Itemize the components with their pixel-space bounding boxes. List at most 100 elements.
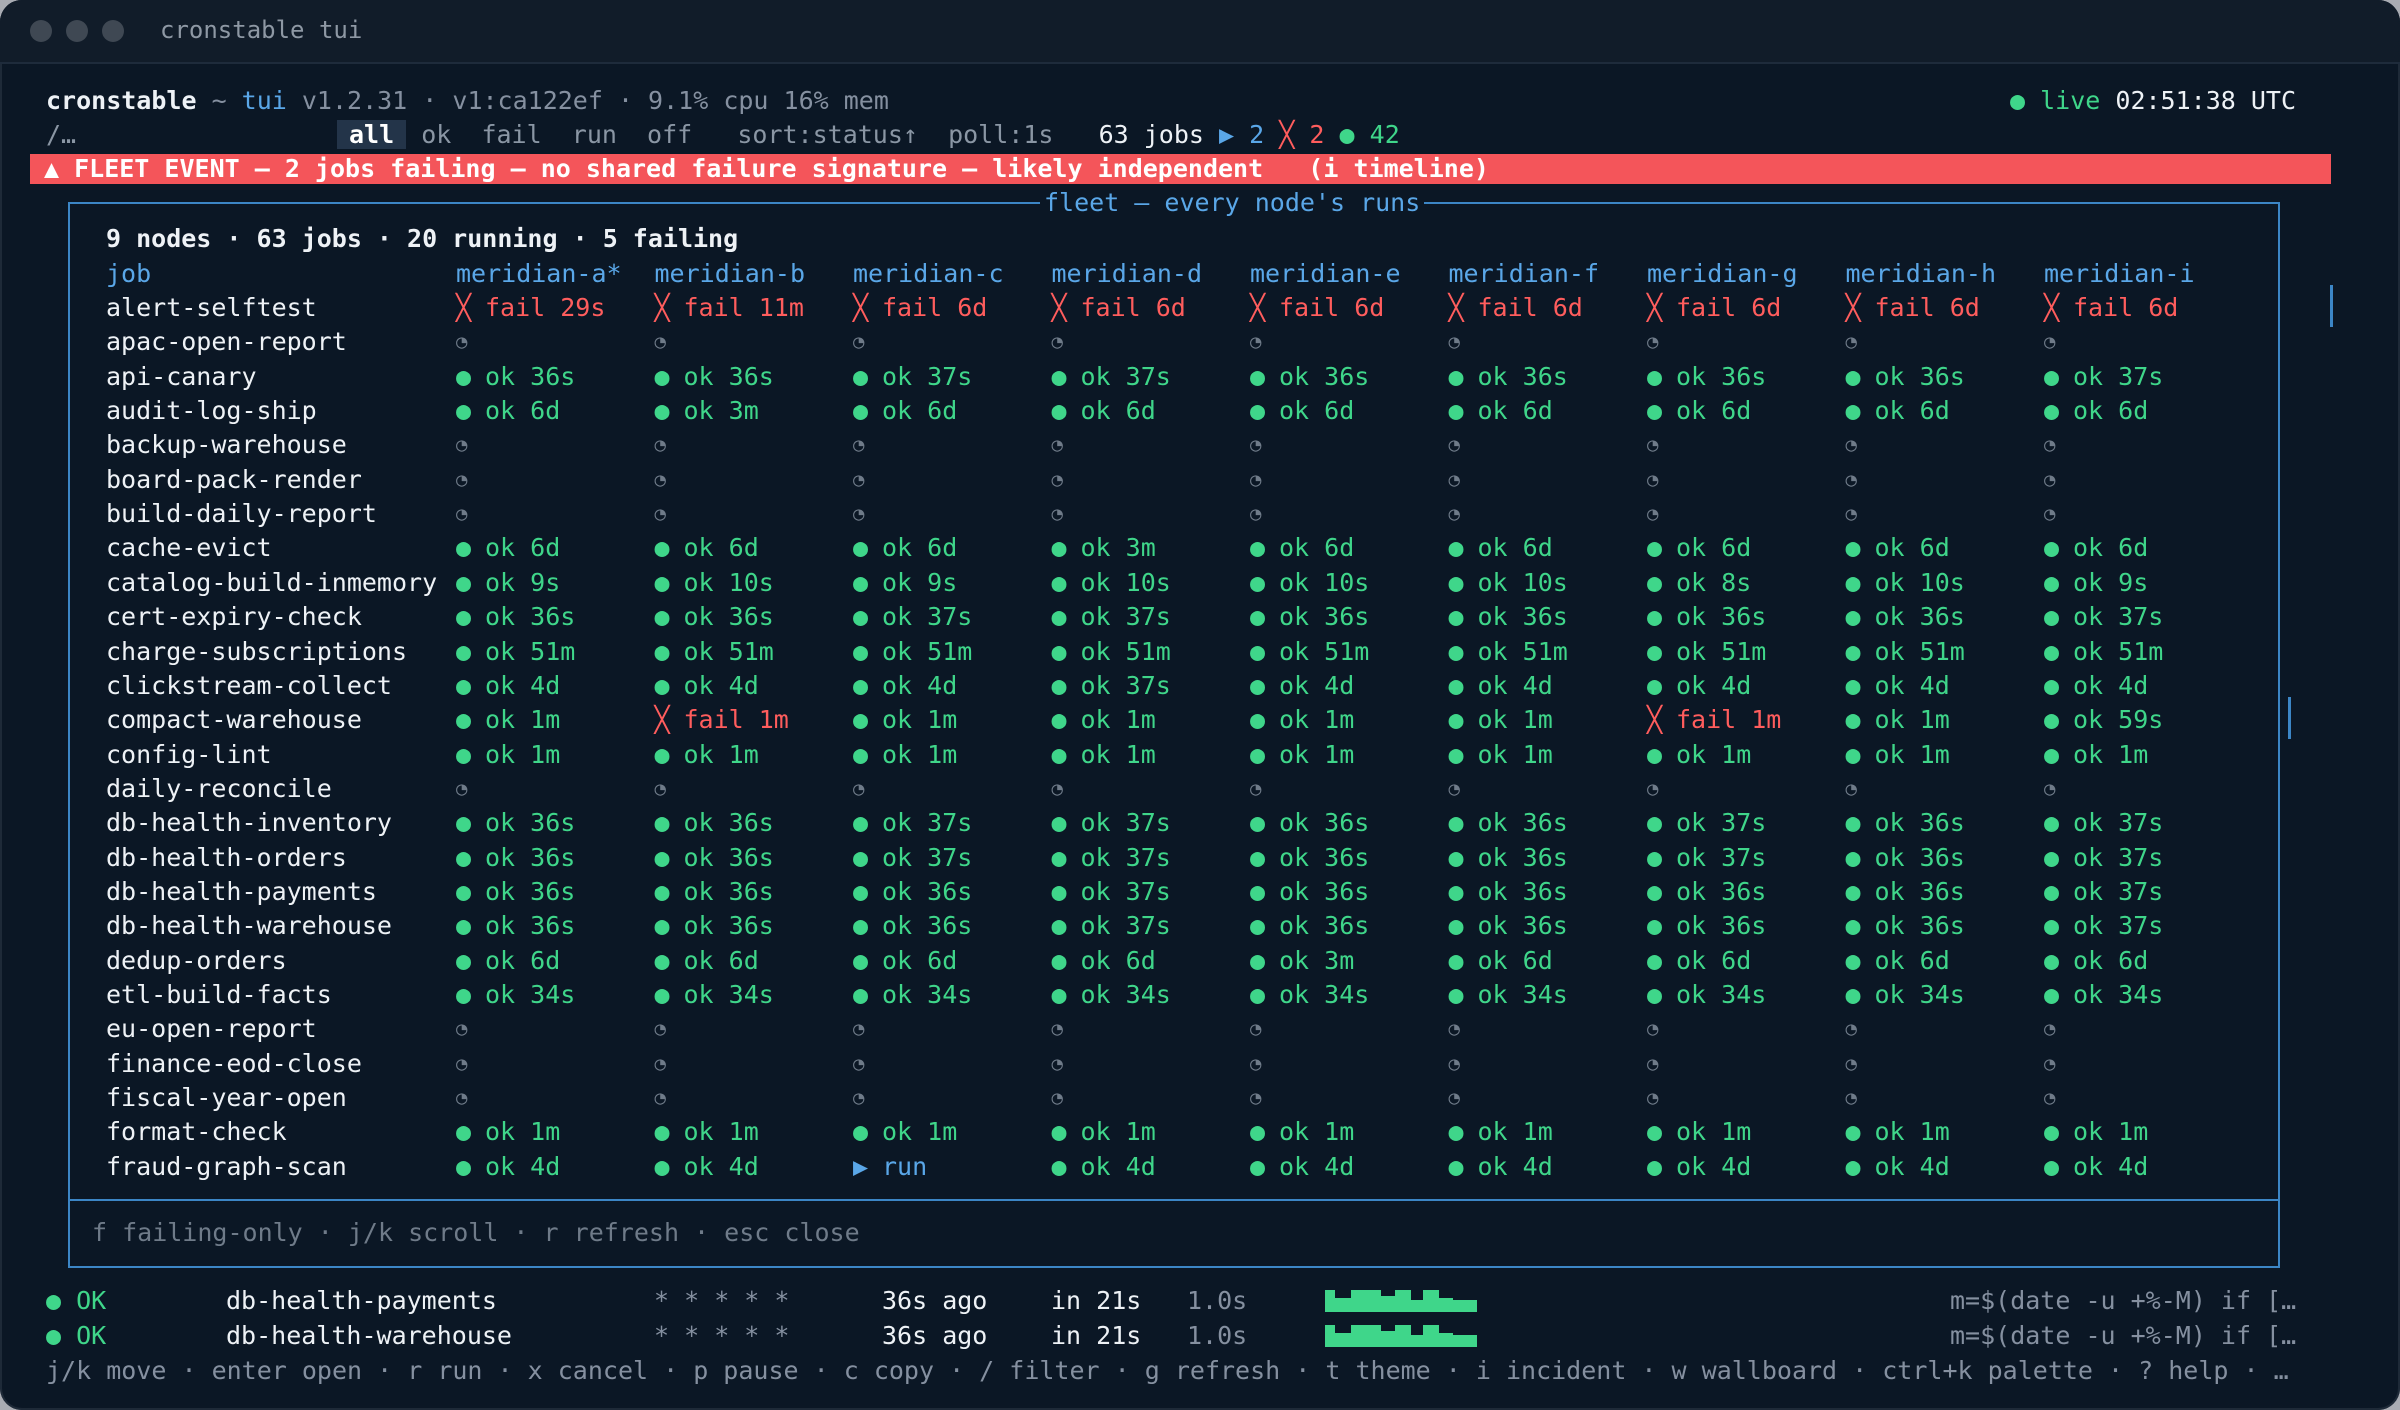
- status-cell[interactable]: ● ok 4d: [1449, 1150, 1553, 1184]
- status-cell[interactable]: ◔: [1449, 772, 1478, 806]
- fleet-row[interactable]: db-health-orders ● ok 36s ● ok 36s ● ok 37s ● ok…: [106, 841, 2266, 875]
- status-cell[interactable]: ╳ fail 6d: [1250, 291, 1384, 325]
- status-cell[interactable]: ● ok 1m: [456, 703, 560, 737]
- status-cell[interactable]: ● ok 36s: [1250, 875, 1369, 909]
- status-cell[interactable]: ● ok 4d: [853, 669, 957, 703]
- status-cell[interactable]: ● ok 36s: [655, 600, 774, 634]
- status-cell[interactable]: ● ok 4d: [1250, 669, 1354, 703]
- status-cell[interactable]: ◔: [1250, 428, 1279, 462]
- status-cell[interactable]: ● ok 36s: [1846, 875, 1965, 909]
- status-cell[interactable]: ● ok 36s: [1250, 360, 1369, 394]
- status-cell[interactable]: ◔: [1647, 428, 1676, 462]
- status-cell[interactable]: ◔: [1647, 1012, 1676, 1046]
- job-name[interactable]: db-health-inventory: [106, 806, 392, 840]
- status-cell[interactable]: ● ok 1m: [655, 738, 759, 772]
- fleet-row[interactable]: compact-warehouse ● ok 1m ╳ fail 1m ● ok 1m ● ok…: [106, 703, 2266, 737]
- fleet-row[interactable]: fraud-graph-scan ● ok 4d ● ok 4d ▶ run ● ok 4d ● o…: [106, 1150, 2266, 1184]
- fleet-row[interactable]: db-health-warehouse ● ok 36s ● ok 36s ● ok 36s…: [106, 909, 2266, 943]
- fleet-row[interactable]: charge-subscriptions ● ok 51m ● ok 51m ● ok 51…: [106, 635, 2266, 669]
- status-cell[interactable]: ◔: [853, 497, 882, 531]
- status-cell[interactable]: ● ok 6d: [2044, 394, 2148, 428]
- status-cell[interactable]: ● ok 34s: [1250, 978, 1369, 1012]
- status-cell[interactable]: ╳ fail 6d: [1846, 291, 1980, 325]
- status-cell[interactable]: ╳ fail 1m: [1647, 703, 1781, 737]
- job-name[interactable]: format-check: [106, 1115, 287, 1149]
- status-cell[interactable]: ◔: [853, 325, 882, 359]
- status-cell[interactable]: ╳ fail 6d: [1647, 291, 1781, 325]
- status-cell[interactable]: ◔: [1250, 1012, 1279, 1046]
- status-cell[interactable]: ● ok 6d: [655, 531, 759, 565]
- status-cell[interactable]: ◔: [655, 325, 684, 359]
- status-cell[interactable]: ◔: [2044, 428, 2073, 462]
- status-cell[interactable]: ◔: [1846, 428, 1875, 462]
- job-name[interactable]: api-canary: [106, 360, 257, 394]
- status-cell[interactable]: ● ok 1m: [2044, 1115, 2148, 1149]
- status-cell[interactable]: ● ok 6d: [1647, 944, 1751, 978]
- status-cell[interactable]: ● ok 4d: [1647, 669, 1751, 703]
- status-cell[interactable]: ╳ fail 6d: [1052, 291, 1186, 325]
- fleet-row[interactable]: db-health-inventory ● ok 36s ● ok 36s ● ok 37s…: [106, 806, 2266, 840]
- sort-indicator[interactable]: sort:status↑: [737, 120, 918, 149]
- status-cell[interactable]: ● ok 4d: [2044, 669, 2148, 703]
- status-cell[interactable]: ● ok 51m: [1052, 635, 1171, 669]
- node-header[interactable]: meridian-i: [2044, 257, 2195, 291]
- status-cell[interactable]: ╳ fail 29s: [456, 291, 605, 325]
- status-cell[interactable]: ◔: [1449, 1012, 1478, 1046]
- job-name[interactable]: cache-evict: [106, 531, 272, 565]
- status-cell[interactable]: ● ok 1m: [1647, 738, 1751, 772]
- status-cell[interactable]: ● ok 36s: [655, 909, 774, 943]
- status-cell[interactable]: ● ok 51m: [655, 635, 774, 669]
- status-cell[interactable]: ● ok 37s: [1052, 669, 1171, 703]
- status-cell[interactable]: ● ok 36s: [655, 806, 774, 840]
- status-cell[interactable]: ● ok 51m: [1250, 635, 1369, 669]
- status-cell[interactable]: ● ok 36s: [1449, 600, 1568, 634]
- status-cell[interactable]: ● ok 1m: [853, 703, 957, 737]
- status-cell[interactable]: ● ok 1m: [1647, 1115, 1751, 1149]
- status-cell[interactable]: ◔: [655, 1081, 684, 1115]
- job-name[interactable]: board-pack-render: [106, 463, 362, 497]
- status-cell[interactable]: ● ok 4d: [1449, 669, 1553, 703]
- status-cell[interactable]: ◔: [456, 463, 485, 497]
- status-cell[interactable]: ● ok 36s: [1250, 909, 1369, 943]
- status-cell[interactable]: ● ok 6d: [456, 944, 560, 978]
- filter-all[interactable]: all: [337, 120, 407, 149]
- status-cell[interactable]: ● ok 37s: [853, 841, 972, 875]
- node-header[interactable]: meridian-b: [655, 257, 806, 291]
- status-cell[interactable]: ◔: [1846, 1081, 1875, 1115]
- status-cell[interactable]: ● ok 3m: [1250, 944, 1354, 978]
- fleet-row[interactable]: dedup-orders ● ok 6d ● ok 6d ● ok 6d ● ok 6d ● ok …: [106, 944, 2266, 978]
- status-cell[interactable]: ● ok 36s: [456, 875, 575, 909]
- status-cell[interactable]: ● ok 4d: [655, 669, 759, 703]
- status-cell[interactable]: ● ok 4d: [1846, 669, 1950, 703]
- status-cell[interactable]: ● ok 37s: [853, 600, 972, 634]
- status-cell[interactable]: ● ok 36s: [1846, 806, 1965, 840]
- job-name[interactable]: apac-open-report: [106, 325, 347, 359]
- status-cell[interactable]: ◔: [2044, 1047, 2073, 1081]
- job-name[interactable]: charge-subscriptions: [106, 635, 407, 669]
- fleet-row[interactable]: format-check ● ok 1m ● ok 1m ● ok 1m ● ok 1m ● ok …: [106, 1115, 2266, 1149]
- job-name[interactable]: cert-expiry-check: [106, 600, 362, 634]
- status-cell[interactable]: ◔: [1846, 1047, 1875, 1081]
- status-cell[interactable]: ● ok 36s: [1647, 360, 1766, 394]
- status-cell[interactable]: ● ok 51m: [853, 635, 972, 669]
- status-cell[interactable]: ● ok 34s: [853, 978, 972, 1012]
- status-cell[interactable]: ◔: [1647, 1047, 1676, 1081]
- node-header[interactable]: meridian-f: [1449, 257, 1600, 291]
- node-header[interactable]: meridian-a*: [456, 257, 622, 291]
- status-cell[interactable]: ● ok 6d: [1449, 944, 1553, 978]
- status-cell[interactable]: ● ok 36s: [456, 360, 575, 394]
- status-cell[interactable]: ● ok 36s: [1449, 360, 1568, 394]
- status-cell[interactable]: ◔: [456, 325, 485, 359]
- status-cell[interactable]: ◔: [2044, 497, 2073, 531]
- node-header[interactable]: meridian-g: [1647, 257, 1798, 291]
- status-cell[interactable]: ◔: [456, 772, 485, 806]
- status-cell[interactable]: ╳ fail 6d: [1449, 291, 1583, 325]
- fleet-row[interactable]: board-pack-render ◔ ◔ ◔ ◔ ◔ ◔ ◔ ◔ ◔: [106, 463, 2266, 497]
- status-cell[interactable]: ◔: [1052, 428, 1081, 462]
- status-cell[interactable]: ◔: [1846, 497, 1875, 531]
- status-cell[interactable]: ● ok 1m: [1449, 738, 1553, 772]
- status-cell[interactable]: ◔: [853, 1012, 882, 1046]
- status-cell[interactable]: ● ok 36s: [1449, 806, 1568, 840]
- job-name[interactable]: finance-eod-close: [106, 1047, 362, 1081]
- status-cell[interactable]: ● ok 6d: [2044, 531, 2148, 565]
